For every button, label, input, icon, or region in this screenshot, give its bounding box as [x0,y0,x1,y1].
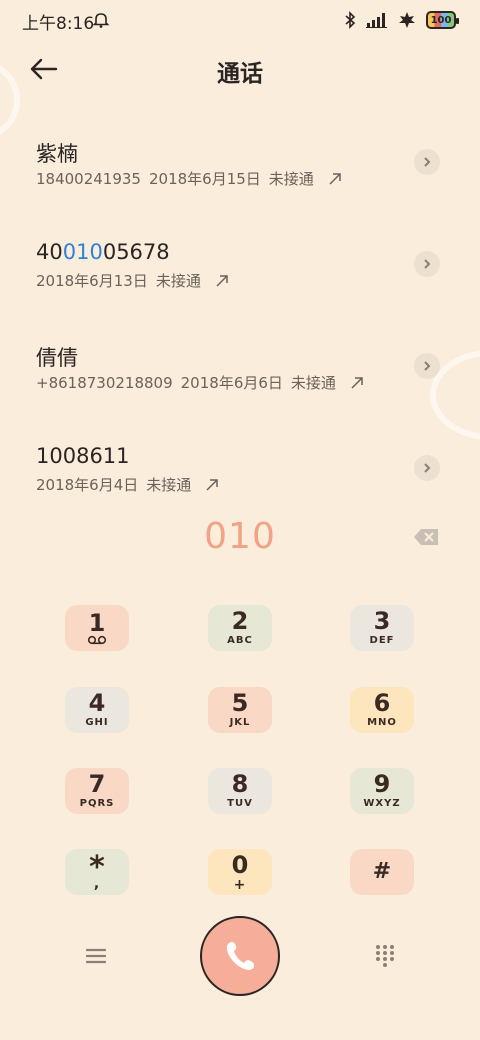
key-8[interactable]: 8 TUV [208,768,272,814]
backspace-icon[interactable] [412,526,440,548]
key-digit: 1 [88,609,106,637]
battery-icon: 100 [426,11,459,29]
status-bar: 上午8:16 100 [0,0,480,40]
key-digit: 9 [373,769,391,798]
key-0[interactable]: 0 + [208,849,272,895]
call-meta: 2018年6月4日 未接通 [36,474,219,495]
call-meta: 18400241935 2018年6月15日 未接通 [36,168,342,189]
key-star[interactable]: * , [65,849,129,895]
dialpad-icon[interactable] [374,944,396,968]
outgoing-call-icon [329,172,341,185]
status-time: 上午8:16 [22,14,95,34]
call-number: 18400241935 [36,169,141,188]
call-status: 未接通 [268,170,314,188]
key-7[interactable]: 7 PQRS [65,768,129,814]
contact-name: 倩倩 [36,346,78,370]
key-digit: 6 [373,688,391,717]
key-digit: 7 [88,769,106,798]
key-letters: TUV [227,797,253,809]
page-title: 通话 [217,61,263,87]
key-letters: , [93,875,101,892]
status-icons: 100 [344,10,459,30]
call-date: 2018年6月4日 [36,476,139,494]
menu-icon[interactable] [84,944,108,968]
key-letters: ABC [227,634,253,646]
phone-icon [226,942,254,970]
chevron-right-icon [424,157,431,167]
call-detail-button[interactable] [414,353,440,379]
key-digit: 5 [231,688,249,717]
outgoing-call-icon [216,274,228,287]
call-detail-button[interactable] [414,251,440,277]
call-button[interactable] [200,916,280,996]
alarm-bell-icon [92,13,110,28]
key-digit: # [372,859,392,884]
key-5[interactable]: 5 JKL [208,687,272,733]
key-3[interactable]: 3 DEF [350,605,414,651]
key-digit: 0 [231,850,249,879]
signal-icon [366,13,387,28]
call-meta: 2018年6月13日 未接通 [36,270,229,291]
chevron-right-icon [424,259,431,269]
call-detail-button[interactable] [414,149,440,175]
outgoing-call-icon [206,478,219,491]
key-6[interactable]: 6 MNO [350,687,414,733]
key-9[interactable]: 9 WXYZ [350,768,414,814]
call-log-item[interactable]: 1008611 2018年6月4日 未接通 [0,424,480,526]
key-letters: PQRS [79,797,115,809]
contact-name: 4001005678 [36,240,170,264]
dialed-number-display[interactable]: 010 [0,516,480,557]
key-letters: + [233,876,247,893]
call-log-list: 紫楠 18400241935 2018年6月15日 未接通 4001005678… [0,118,480,526]
call-meta: +8618730218809 2018年6月6日 未接通 [36,372,364,393]
call-date: 2018年6月6日 [180,374,283,392]
call-status: 未接通 [155,272,201,290]
header: 通话 [0,44,480,94]
key-digit: 3 [373,606,391,635]
key-digit: 4 [88,688,106,717]
key-1[interactable]: 1 [65,605,129,651]
call-date: 2018年6月13日 [36,272,148,290]
outgoing-call-icon [351,376,363,389]
call-status: 未接通 [146,476,192,494]
battery-level: 100 [430,14,452,26]
call-number: +8618730218809 [36,373,173,392]
key-letters: JKL [229,716,251,728]
call-status: 未接通 [290,374,336,392]
key-2[interactable]: 2 ABC [208,605,272,651]
voicemail-icon [87,635,107,645]
key-4[interactable]: 4 GHI [65,687,129,733]
chevron-right-icon [424,361,431,371]
leaf-icon [399,12,415,28]
key-letters: DEF [369,634,395,646]
call-log-item[interactable]: 4001005678 2018年6月13日 未接通 [0,220,480,322]
key-digit: 2 [231,606,249,635]
contact-name: 1008611 [36,444,130,468]
bluetooth-icon [345,11,356,29]
key-letters: MNO [367,716,397,728]
call-log-item[interactable]: 倩倩 +8618730218809 2018年6月6日 未接通 [0,322,480,424]
call-log-item[interactable]: 紫楠 18400241935 2018年6月15日 未接通 [0,118,480,220]
call-detail-button[interactable] [414,455,440,481]
contact-name: 紫楠 [36,142,78,166]
chevron-right-icon [424,463,431,473]
key-digit: 8 [231,769,249,798]
key-hash[interactable]: # [350,849,414,895]
phone-screen: 上午8:16 100 通话 紫楠 18400241935 2018年6月15日 … [0,0,480,1040]
key-letters: WXYZ [363,797,401,809]
key-letters: GHI [85,716,109,728]
call-date: 2018年6月15日 [148,170,261,188]
